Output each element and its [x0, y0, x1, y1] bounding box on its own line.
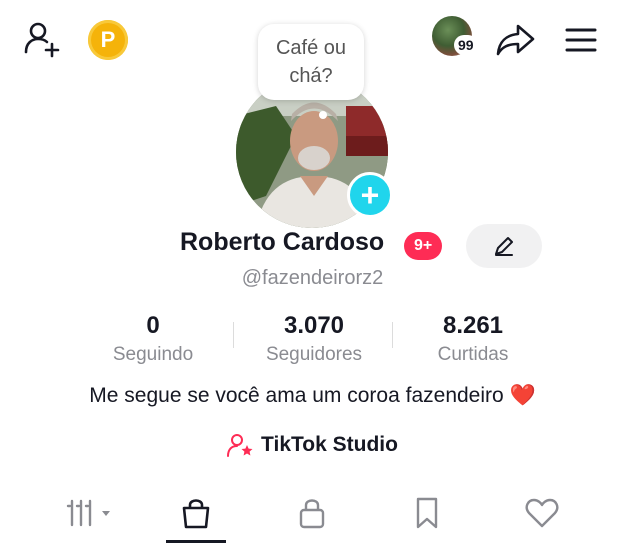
status-bubble[interactable]: Café ou chá?	[258, 24, 364, 100]
share-icon	[496, 24, 535, 56]
tab-saved[interactable]	[397, 490, 457, 536]
followers-stat[interactable]: 3.070 Seguidores	[234, 312, 394, 366]
lock-icon	[299, 499, 325, 529]
followers-count: 3.070	[283, 312, 345, 339]
bubble-dot	[319, 111, 327, 119]
tab-liked[interactable]	[512, 490, 572, 536]
bio-text: Me segue se você ama um coroa fazendeiro	[89, 384, 510, 407]
bookmark-icon	[416, 497, 438, 529]
tab-private[interactable]	[282, 490, 342, 536]
hamburger-menu-icon	[565, 28, 597, 52]
active-tab-indicator	[166, 540, 226, 543]
edit-profile-button[interactable]	[466, 224, 542, 268]
tab-shop[interactable]	[166, 490, 226, 536]
friends-count-badge: 99	[454, 35, 478, 55]
following-stat[interactable]: 0 Seguindo	[73, 312, 233, 366]
tab-videos[interactable]	[60, 490, 120, 536]
notification-badge[interactable]: 9+	[404, 232, 443, 260]
coin-button[interactable]: P	[88, 20, 128, 60]
menu-button[interactable]	[560, 20, 602, 60]
profile-name: Roberto Cardoso	[180, 228, 385, 256]
likes-stat[interactable]: 8.261 Curtidas	[393, 312, 553, 366]
followers-label: Seguidores	[265, 344, 363, 365]
tiktok-studio-link[interactable]: TikTok Studio	[0, 432, 625, 458]
following-count: 0	[146, 312, 160, 339]
likes-label: Curtidas	[437, 344, 509, 365]
heart-outline-icon	[525, 498, 559, 528]
coin-icon: P	[100, 27, 116, 52]
add-user-button[interactable]	[22, 18, 64, 60]
likes-count: 8.261	[442, 312, 504, 339]
creator-star-icon	[227, 434, 253, 457]
grid-icon	[66, 499, 110, 527]
tiktok-studio-label: TikTok Studio	[261, 433, 398, 456]
bio: Me segue se você ama um coroa fazendeiro…	[0, 384, 625, 408]
status-bubble-text: Café ou chá?	[275, 37, 347, 87]
username: @fazendeirorz2	[241, 267, 384, 289]
plus-icon: +	[360, 177, 380, 213]
share-button[interactable]	[494, 18, 538, 62]
heart-icon: ❤️	[509, 384, 536, 407]
add-user-icon	[24, 22, 60, 58]
shopping-bag-icon	[182, 499, 210, 529]
following-label: Seguindo	[112, 344, 194, 365]
add-photo-button[interactable]: +	[347, 172, 393, 218]
pencil-icon	[495, 237, 513, 256]
